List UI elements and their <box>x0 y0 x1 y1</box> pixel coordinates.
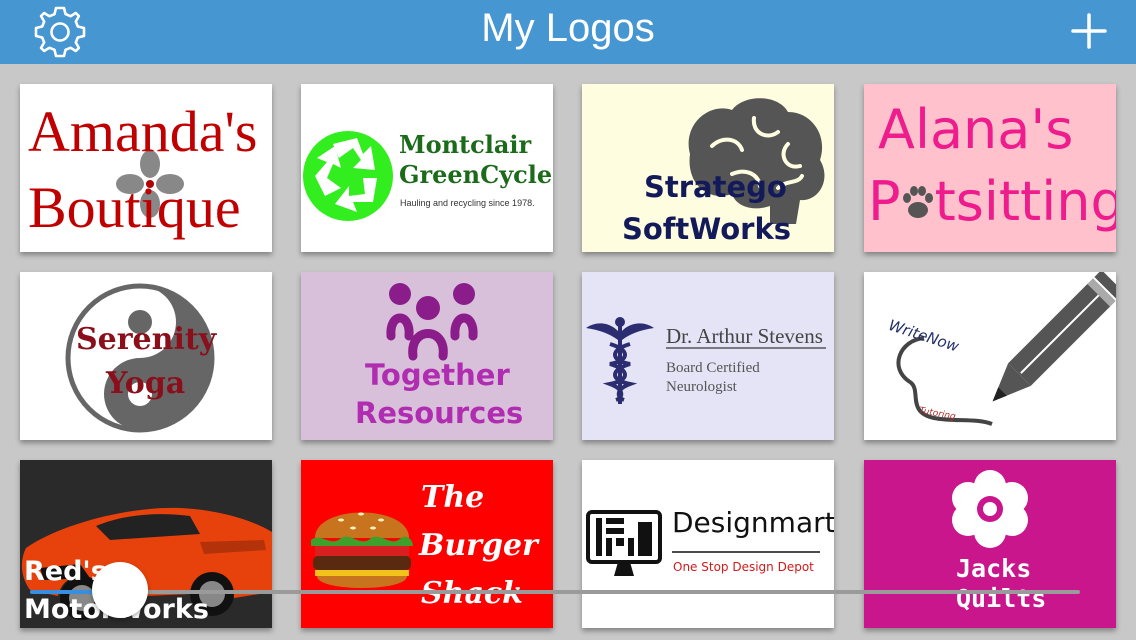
logo-tile-jacks-quilts[interactable]: Jacks Quilts <box>864 460 1116 628</box>
logo-tile-reds-motorworks[interactable]: Red's MotorWorks <box>20 460 272 628</box>
logo-line2: Burger <box>419 528 538 563</box>
logo-line2-start: P <box>868 170 901 233</box>
logo-line1: Serenity <box>76 322 217 357</box>
logo-line2: P tsitting <box>868 170 1116 233</box>
plus-icon <box>1071 13 1107 49</box>
logo-line1: Alana's <box>878 98 1074 161</box>
logo-tile-dr-arthur-stevens[interactable]: Dr. Arthur Stevens Board Certified Neuro… <box>582 272 834 440</box>
logo-tile-montclair-greencycle[interactable]: Montclair GreenCycle Hauling and recycli… <box>301 84 553 252</box>
logo-line2: SoftWorks <box>622 212 792 246</box>
logo-tile-designmart[interactable]: Designmart One Stop Design Depot <box>582 460 834 628</box>
logo-tile-stratego-softworks[interactable]: Stratego SoftWorks <box>582 84 834 252</box>
slider-thumb[interactable] <box>92 562 148 618</box>
logo-line1: Amanda's <box>28 99 258 164</box>
logo-tile-together-resources[interactable]: Together Resources <box>301 272 553 440</box>
navigation-bar: My Logos <box>0 0 1136 64</box>
caduceus-icon <box>586 317 826 404</box>
logo-tile-writenow[interactable]: WriteNow Tutoring <box>864 272 1116 440</box>
logo-line1: Jacks <box>956 554 1032 583</box>
logo-line2: Resources <box>355 396 524 430</box>
logo-tagline: Hauling and recycling since 1978. <box>400 198 535 208</box>
logo-line1: The <box>421 480 485 515</box>
logo-line1: Stratego <box>644 170 787 204</box>
logo-tile-alanas-petsitting[interactable]: Alana's P tsitting <box>864 84 1116 252</box>
slider-track[interactable] <box>100 590 1080 594</box>
logo-line2: GreenCycle <box>399 160 553 189</box>
logo-line2: Quilts <box>956 584 1047 613</box>
logo-line2: Board Certified <box>666 360 760 376</box>
add-logo-button[interactable] <box>1064 6 1114 56</box>
logo-tile-the-burger-shack[interactable]: The Burger Shack <box>301 460 553 628</box>
logo-line3: Neurologist <box>666 379 737 395</box>
paw-icon <box>901 182 935 222</box>
logo-line2: Yoga <box>106 366 186 401</box>
page-title: My Logos <box>481 6 655 50</box>
logo-tile-serenity-yoga[interactable]: Serenity Yoga <box>20 272 272 440</box>
logo-line2: Boutique <box>28 175 241 240</box>
pencil-icon <box>896 272 1116 426</box>
logo-line1: Montclair <box>399 130 532 159</box>
monitor-icon <box>586 510 820 576</box>
logo-line1: Together <box>365 358 510 392</box>
logo-line1: Designmart <box>672 506 834 539</box>
logo-line1: Dr. Arthur Stevens <box>666 324 823 348</box>
logo-line2: One Stop Design Depot <box>673 560 814 574</box>
logo-line2-end: tsitting <box>934 170 1116 233</box>
logo-tile-amandas-boutique[interactable]: Amanda's Boutique <box>20 84 272 252</box>
